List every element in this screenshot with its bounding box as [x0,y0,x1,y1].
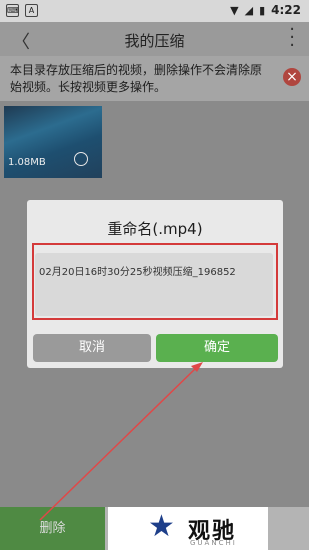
star-logo-icon: ★ [148,509,175,544]
watermark: ★ 观驰 GUANCHI [108,507,268,550]
annotation-arrow [39,362,203,521]
watermark-en: GUANCHI [190,539,237,547]
